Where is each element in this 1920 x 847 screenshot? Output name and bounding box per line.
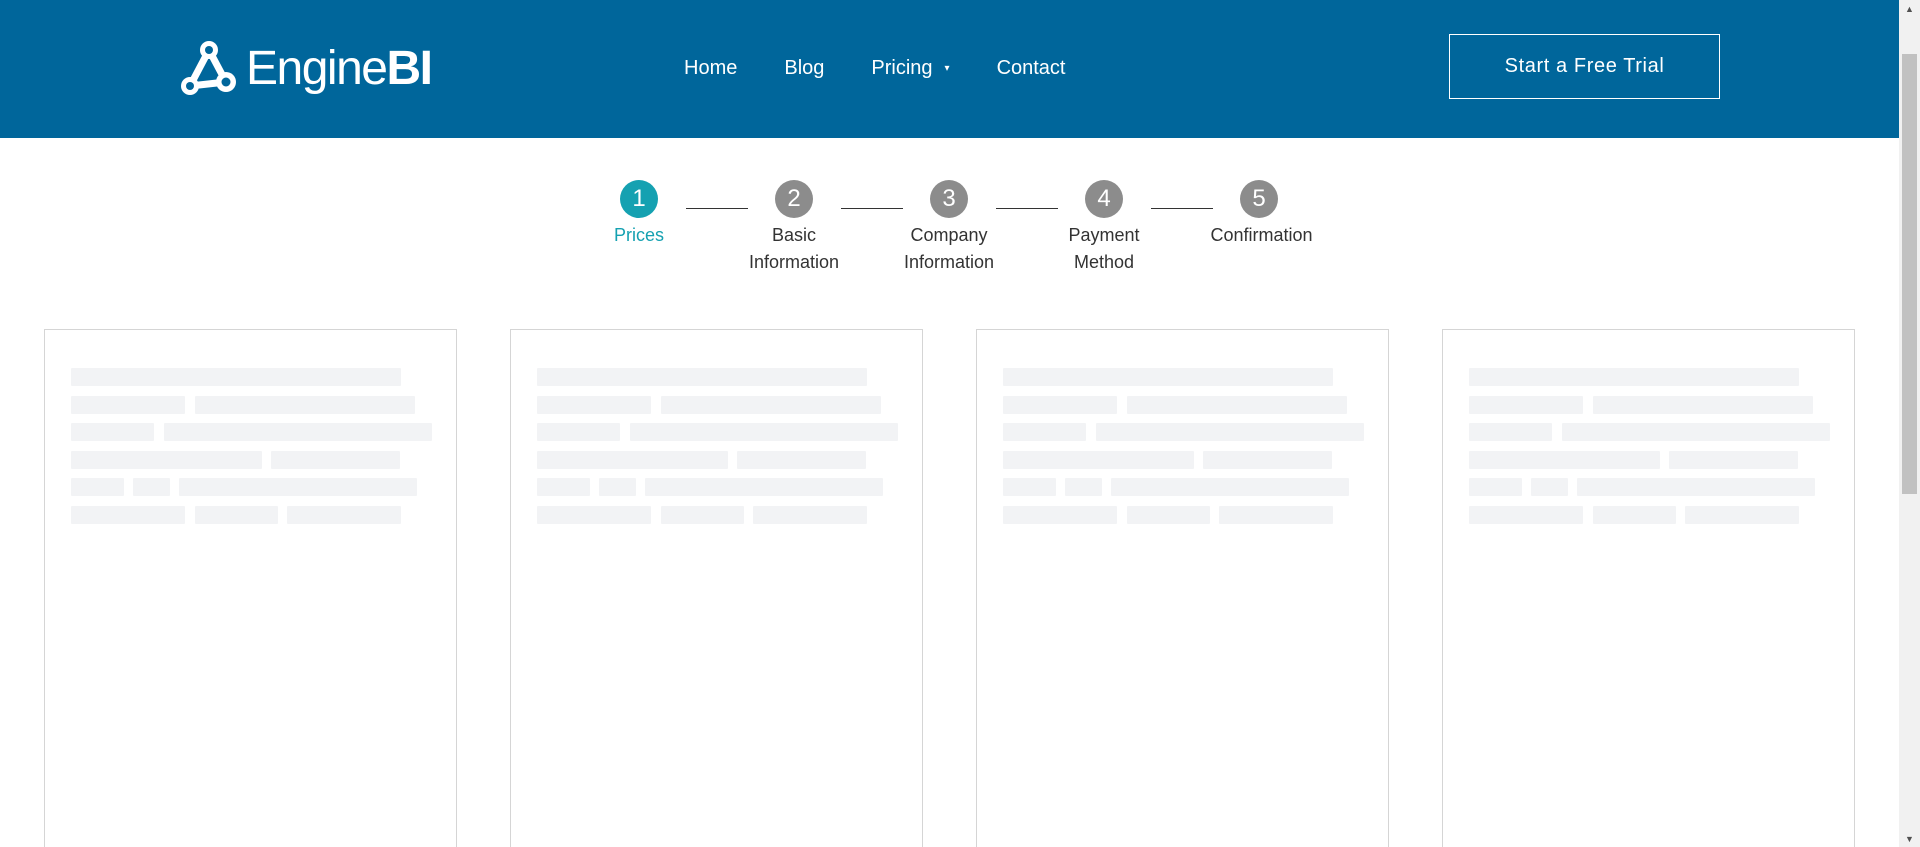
skeleton-line [1003,423,1086,441]
skeleton-line [133,478,170,496]
skeleton-line [1003,395,1117,414]
skeleton-line [753,505,867,524]
step-company-information[interactable]: 3 Company Information [879,180,1019,276]
step-number-badge: 1 [620,180,658,218]
pricing-card-skeleton [976,329,1389,847]
vertical-scrollbar[interactable]: ▲ ▼ [1899,0,1920,847]
skeleton-line [1562,423,1830,441]
step-number-badge: 5 [1240,180,1278,218]
step-basic-information[interactable]: 2 Basic Information [724,180,864,276]
scroll-up-arrow-icon[interactable]: ▲ [1899,0,1920,17]
nav-home-label: Home [684,56,738,79]
scrollbar-thumb[interactable] [1902,54,1917,494]
skeleton-line [71,395,185,414]
skeleton-line [537,505,651,524]
skeleton-line [179,478,417,496]
skeleton-line [537,368,867,386]
pricing-card-skeleton [44,329,457,847]
step-number-badge: 2 [775,180,813,218]
skeleton-line [1469,368,1799,386]
skeleton-line [630,423,898,441]
skeleton-line [661,395,881,414]
nav-home[interactable]: Home [684,57,737,80]
skeleton-line [271,450,400,469]
skeleton-line [287,505,401,524]
skeleton-line [71,423,154,441]
skeleton-line [71,450,262,469]
step-label: Payment Method [1068,225,1140,272]
skeleton-line [1469,505,1583,524]
nav-blog[interactable]: Blog [784,57,824,80]
skeleton-line [737,450,866,469]
skeleton-line [661,505,744,524]
skeleton-line [1531,478,1568,496]
skeleton-line [195,395,415,414]
pricing-card-skeleton [1442,329,1855,847]
step-number-badge: 3 [930,180,968,218]
main-nav: Home Blog Pricing ▾ Contact [684,52,1113,84]
nav-pricing-label: Pricing [871,56,933,79]
caret-down-icon: ▾ [944,62,950,74]
skeleton-line [645,478,883,496]
skeleton-line [1219,505,1333,524]
skeleton-line [1065,478,1102,496]
skeleton-line [195,505,278,524]
skeleton-line [1685,505,1799,524]
skeleton-line [1127,395,1347,414]
step-label: Company Information [903,225,995,272]
skeleton-line [1469,478,1522,496]
nav-contact-label: Contact [996,56,1066,79]
skeleton-line [1469,423,1552,441]
skeleton-line [1593,505,1676,524]
page: EngineBI Home Blog Pricing ▾ Contact Sta… [0,0,1920,847]
skeleton-line [71,368,401,386]
skeleton-line [1003,368,1333,386]
logo-mark-icon [181,41,236,95]
skeleton-line [1003,478,1056,496]
nav-contact[interactable]: Contact [997,57,1066,80]
skeleton-line [1003,450,1194,469]
step-label: Basic Information [748,225,840,272]
skeleton-line [599,478,636,496]
skeleton-line [1577,478,1815,496]
skeleton-line [71,478,124,496]
skeleton-line [1127,505,1210,524]
skeleton-line [1669,450,1798,469]
step-prices[interactable]: 1 Prices [569,180,709,249]
skeleton-line [1003,505,1117,524]
step-number-badge: 4 [1085,180,1123,218]
skeleton-line [1111,478,1349,496]
scroll-down-arrow-icon[interactable]: ▼ [1899,830,1920,847]
skeleton-line [1203,450,1332,469]
skeleton-line [537,423,620,441]
skeleton-line [164,423,432,441]
nav-blog-label: Blog [784,56,825,79]
site-header: EngineBI Home Blog Pricing ▾ Contact Sta… [0,0,1899,138]
pricing-card-skeleton [510,329,923,847]
skeleton-line [1469,450,1660,469]
step-label: Confirmation [1210,225,1313,245]
skeleton-line [537,450,728,469]
skeleton-line [71,505,185,524]
skeleton-line [1469,395,1583,414]
step-payment-method[interactable]: 4 Payment Method [1034,180,1174,276]
skeleton-line [1096,423,1364,441]
nav-pricing[interactable]: Pricing ▾ [871,57,949,80]
skeleton-line [537,395,651,414]
skeleton-line [1593,395,1813,414]
step-confirmation[interactable]: 5 Confirmation [1189,180,1329,249]
start-free-trial-button[interactable]: Start a Free Trial [1449,34,1720,99]
enginebi-logo[interactable]: EngineBI [178,38,433,100]
step-label: Prices [613,225,664,245]
skeleton-line [537,478,590,496]
logo-wordmark: EngineBI [246,42,433,95]
